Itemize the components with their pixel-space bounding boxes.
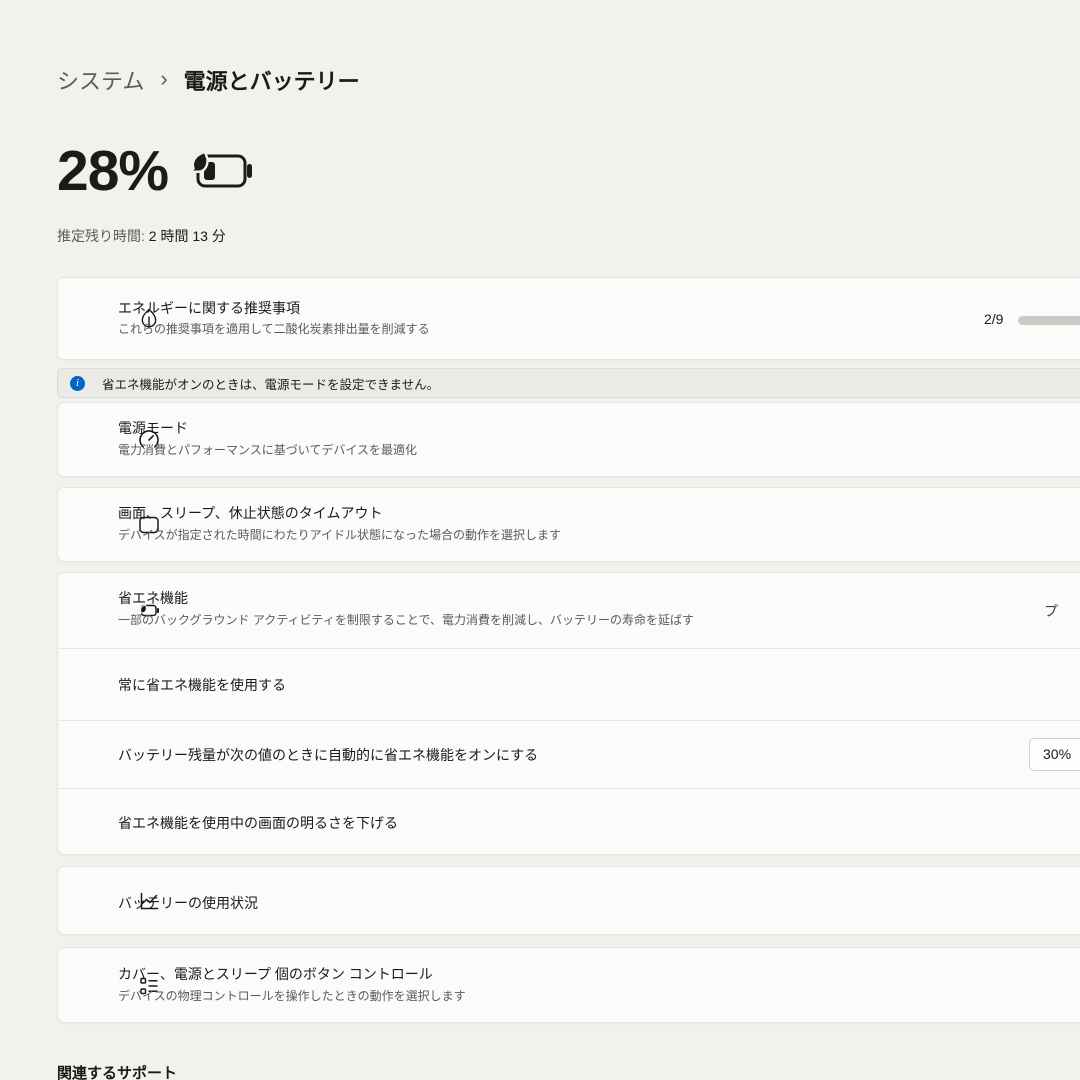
battery-status: 28% [57,138,258,204]
row-always-use-energy-saver: 常に省エネ機能を使用する [58,648,1080,720]
battery-percent: 28% [57,138,168,204]
card-title: 省エネ機能 [118,588,188,608]
card-subtitle: 電力消費とパフォーマンスに基づいてデバイスを最適化 [118,441,417,458]
energy-saver-right-text-truncated: プ [1044,601,1058,621]
card-subtitle: 一部のバックグラウンド アクティビティを制限することで、電力消費を削減し、バッテ… [118,611,694,628]
battery-time-remaining: 推定残り時間: 2 時間 13 分 [57,226,226,246]
card-subtitle: デバイスの物理コントロールを操作したときの動作を選択します [118,987,466,1004]
card-title: 電源モード [118,418,188,438]
card-subtitle: デバイスが指定された時間にわたりアイドル状態になった場合の動作を選択します [118,526,561,543]
battery-saver-icon [188,149,258,193]
row-label: 省エネ機能を使用中の画面の明るさを下げる [118,813,398,833]
recommendations-progress-bar [1018,316,1080,325]
card-title: バッテリーの使用状況 [118,893,258,913]
info-banner: i 省エネ機能がオンのときは、電源モードを設定できません。 [57,368,1080,398]
estimate-label: 推定残り時間: [57,228,145,244]
page-title: 電源とバッテリー [184,64,360,96]
chevron-right-icon: › [160,68,167,93]
card-title: エネルギーに関する推奨事項 [118,298,300,318]
card-title: 画面、スリープ、休止状態のタイムアウト [118,503,382,523]
recommendations-progress-count: 2/9 [984,311,1003,327]
row-label: 常に省エネ機能を使用する [118,675,286,695]
info-banner-text: 省エネ機能がオンのときは、電源モードを設定できません。 [102,374,439,393]
row-dim-screen-energy-saver: 省エネ機能を使用中の画面の明るさを下げる [58,788,1080,856]
estimate-value: 2 時間 13 分 [149,228,226,244]
breadcrumb-system-link[interactable]: システム [57,64,144,96]
card-title: カバー、電源とスリープ 個のボタン コントロール [118,964,433,984]
row-auto-energy-saver-threshold: バッテリー残量が次の値のときに自動的に省エネ機能をオンにする 30% [58,720,1080,788]
info-icon: i [70,376,85,391]
card-subtitle: これらの推奨事項を適用して二酸化炭素排出量を削減する [118,320,430,337]
card-energy-saver[interactable]: 省エネ機能 一部のバックグラウンド アクティビティを制限することで、電力消費を削… [57,572,1080,855]
card-power-mode: 電源モード 電力消費とパフォーマンスに基づいてデバイスを最適化 [57,402,1080,477]
card-battery-usage[interactable]: バッテリーの使用状況 [57,866,1080,935]
related-support-heading: 関連するサポート [57,1062,177,1080]
card-energy-recommendations[interactable]: エネルギーに関する推奨事項 これらの推奨事項を適用して二酸化炭素排出量を削減する… [57,277,1080,360]
row-label: バッテリー残量が次の値のときに自動的に省エネ機能をオンにする [118,745,538,765]
battery-threshold-select[interactable]: 30% [1029,738,1080,771]
card-lid-power-sleep-controls[interactable]: カバー、電源とスリープ 個のボタン コントロール デバイスの物理コントロールを操… [57,947,1080,1023]
breadcrumb: システム › 電源とバッテリー [57,64,360,96]
card-screen-sleep-timeouts[interactable]: 画面、スリープ、休止状態のタイムアウト デバイスが指定された時間にわたりアイドル… [57,487,1080,562]
